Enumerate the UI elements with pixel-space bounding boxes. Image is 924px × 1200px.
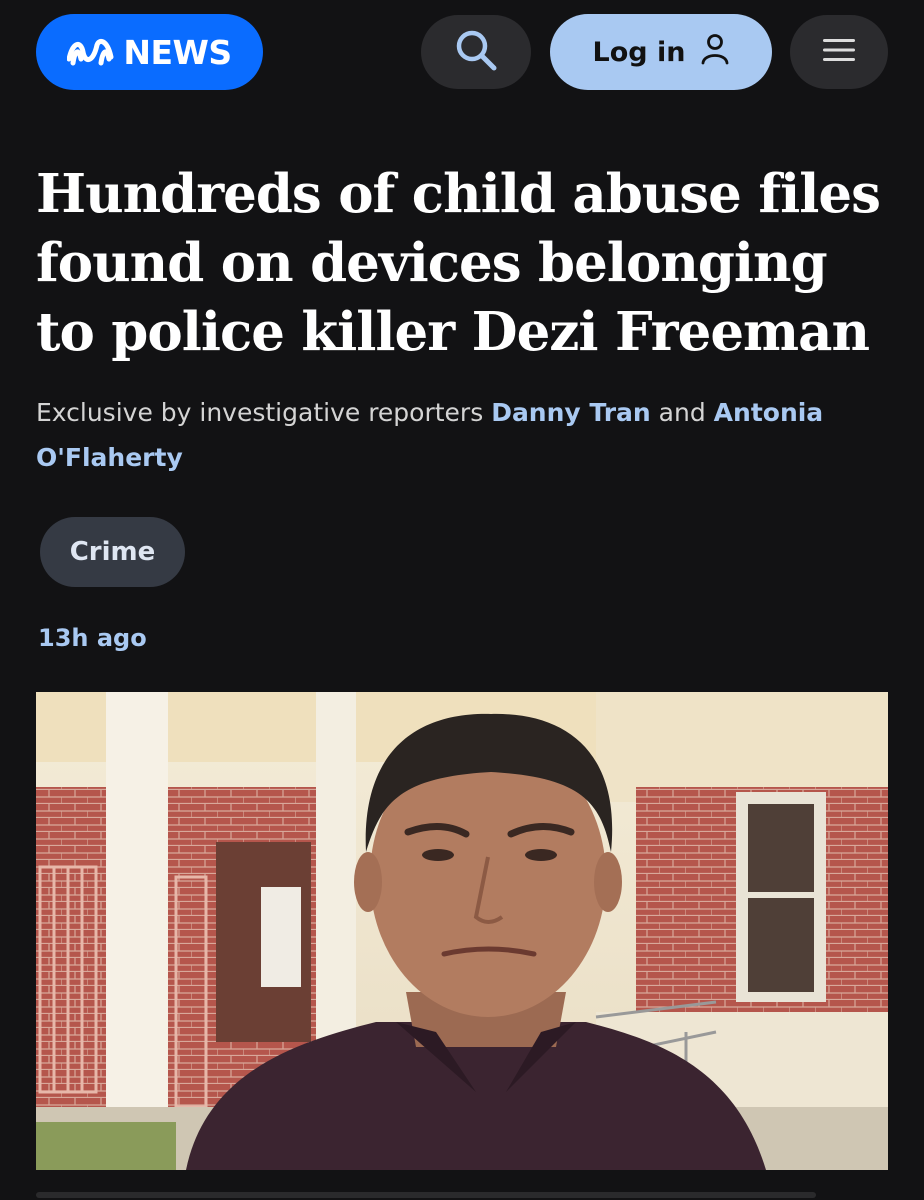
author-link-danny-tran[interactable]: Danny Tran xyxy=(491,398,651,427)
login-label: Log in xyxy=(592,36,686,68)
article-headline: Hundreds of child abuse files found on d… xyxy=(36,163,881,363)
abc-logo-icon xyxy=(67,35,115,69)
hero-image xyxy=(36,692,888,1170)
article-body-preview xyxy=(36,1186,888,1200)
search-button[interactable] xyxy=(421,15,531,89)
logo-text: NEWS xyxy=(123,32,232,72)
menu-button[interactable] xyxy=(790,15,888,89)
login-button[interactable]: Log in xyxy=(550,14,772,90)
search-icon xyxy=(453,27,499,77)
user-icon xyxy=(701,33,729,72)
abc-news-logo[interactable]: NEWS xyxy=(36,14,263,90)
byline-prefix: Exclusive by investigative reporters xyxy=(36,398,484,427)
top-navigation-bar: NEWS Log in xyxy=(0,0,924,110)
article-byline: Exclusive by investigative reporters Dan… xyxy=(36,390,896,480)
publish-time: 13h ago xyxy=(38,624,147,652)
byline-joiner: and xyxy=(658,398,706,427)
hamburger-menu-icon xyxy=(823,37,855,67)
topic-tag-crime[interactable]: Crime xyxy=(40,517,185,587)
